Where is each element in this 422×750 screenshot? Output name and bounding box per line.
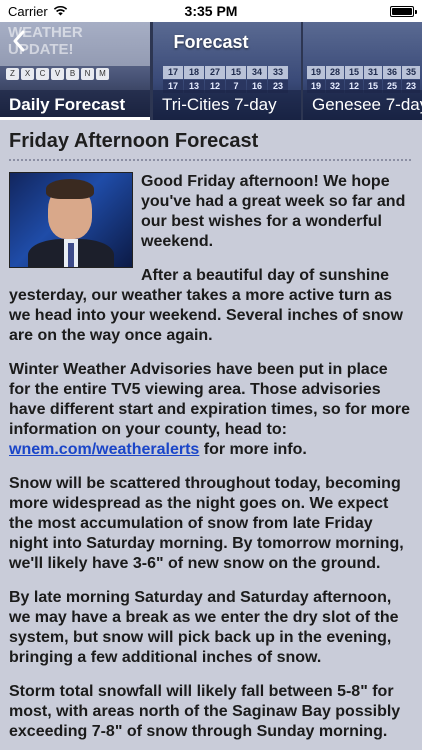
paragraph-text: Winter Weather Advisories have been put … [9, 361, 410, 438]
article-paragraph: By late morning Saturday and Saturday af… [9, 589, 399, 666]
battery-icon [390, 5, 417, 17]
wifi-icon [53, 4, 68, 19]
meteorologist-photo [9, 172, 133, 268]
article-paragraph: Winter Weather Advisories have been put … [9, 360, 413, 460]
carrier-label: Carrier [8, 3, 48, 19]
tab-label: Genesee 7-day [303, 90, 422, 120]
weather-alerts-link[interactable]: wnem.com/weatheralerts [9, 441, 199, 458]
grid-value: 33 [268, 66, 288, 79]
grid-value: 15 [345, 66, 363, 79]
grid-value: 19 [307, 66, 325, 79]
grid-value: 15 [226, 66, 246, 79]
article-headline: Friday Afternoon Forecast [9, 130, 259, 152]
grid-value: 35 [402, 66, 420, 79]
grid-value: 28 [326, 66, 344, 79]
keyboard-key: N [81, 68, 94, 80]
keyboard-key: X [21, 68, 34, 80]
status-left: Carrier [8, 4, 68, 19]
article-content[interactable]: Friday Afternoon Forecast Good Friday af… [0, 120, 422, 750]
article-paragraph: Storm total snowfall will likely fall be… [9, 683, 401, 740]
article-paragraph: Snow will be scattered throughout today,… [9, 475, 404, 572]
grid-value: 34 [247, 66, 267, 79]
keyboard-key: Z [6, 68, 19, 80]
dotted-divider [9, 159, 413, 161]
grid-value: 31 [364, 66, 382, 79]
grid-value: 18 [184, 66, 204, 79]
grid-value: 36 [383, 66, 401, 79]
thumbnail-keyboard: Z X C V B N M [6, 68, 109, 80]
keyboard-key: B [66, 68, 79, 80]
article-paragraph: After a beautiful day of sunshine yester… [9, 267, 403, 344]
tab-label: Daily Forecast [0, 90, 150, 120]
forecast-header: WEATHER UPDATE! Z X C V B N M Daily Fore… [0, 22, 422, 120]
thumbnail-temperature-grid: 17 18 27 15 34 33 17 13 12 7 16 23 [163, 66, 288, 93]
thumbnail-temperature-grid: 19 28 15 31 36 35 19 32 12 15 25 23 [307, 66, 420, 93]
tab-label: Tri-Cities 7-day [153, 90, 301, 120]
grid-value: 27 [205, 66, 225, 79]
paragraph-text: for more info. [199, 441, 307, 458]
keyboard-key: M [96, 68, 109, 80]
keyboard-key: V [51, 68, 64, 80]
keyboard-key: C [36, 68, 49, 80]
page-title: Forecast [173, 32, 249, 52]
grid-value: 17 [163, 66, 183, 79]
status-bar: Carrier 3:35 PM [0, 0, 422, 22]
